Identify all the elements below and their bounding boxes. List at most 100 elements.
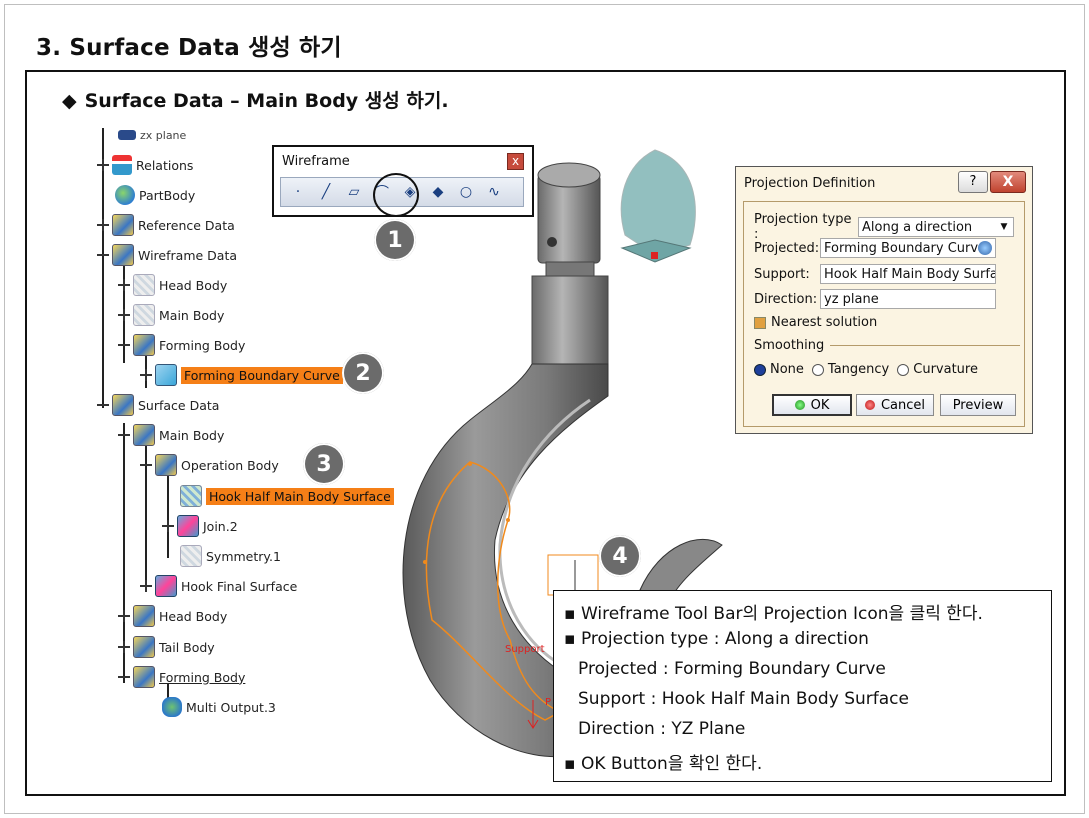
expand-icon[interactable] xyxy=(118,279,130,291)
tree-label: Forming Boundary Curve xyxy=(181,366,343,384)
tree-label: Hook Final Surface xyxy=(181,578,298,594)
tree-item-head-body[interactable]: Head Body xyxy=(118,274,227,296)
geometrical-set-icon xyxy=(133,424,155,446)
direction-plane xyxy=(547,554,599,596)
radio-tangency[interactable] xyxy=(811,363,824,376)
tree-item-multi-output-3[interactable]: Multi Output.3 xyxy=(162,696,276,718)
close-icon[interactable]: x xyxy=(507,153,524,170)
line-icon[interactable]: ╱ xyxy=(315,181,337,203)
dialog-title: Projection Definition xyxy=(744,176,876,191)
direction-field[interactable]: yz plane xyxy=(820,289,996,309)
ok-button[interactable]: OK xyxy=(772,394,852,416)
tree-item-partbody[interactable]: PartBody xyxy=(115,184,195,206)
collapse-icon[interactable] xyxy=(97,399,109,411)
collapse-icon[interactable] xyxy=(118,429,130,441)
expand-icon[interactable] xyxy=(162,520,174,532)
tree-label: Reference Data xyxy=(138,217,235,233)
tree-item-main-body[interactable]: Main Body xyxy=(118,304,224,326)
direction-value: yz plane xyxy=(824,291,879,307)
projected-value: Forming Boundary Curve xyxy=(824,240,987,256)
tree-item-hook-final-surface[interactable]: Hook Final Surface xyxy=(140,575,297,597)
projected-field[interactable]: Forming Boundary Curve xyxy=(820,238,996,258)
step-badge-4: 4 xyxy=(599,535,641,577)
geometrical-set-icon xyxy=(133,334,155,356)
parallel-curve-icon[interactable]: ◆ xyxy=(427,181,449,203)
support-label: Support xyxy=(505,644,545,655)
support-row: Support: Hook Half Main Body Surfa xyxy=(754,264,996,284)
tree-item-forming-body[interactable]: Forming Body xyxy=(118,666,245,688)
expand-icon[interactable] xyxy=(97,219,109,231)
expand-icon[interactable] xyxy=(118,641,130,653)
preview-button[interactable]: Preview xyxy=(940,394,1016,416)
diamond-bullet-icon: ◆ xyxy=(62,90,77,112)
geometrical-set-icon xyxy=(112,394,134,416)
tree-item-relations[interactable]: Relations xyxy=(97,154,193,176)
compass-triad-icon[interactable] xyxy=(620,149,696,256)
expand-icon[interactable] xyxy=(118,610,130,622)
tree-item-forming-body[interactable]: Forming Body xyxy=(118,334,245,356)
expand-icon[interactable] xyxy=(118,309,130,321)
tree-label: Wireframe Data xyxy=(138,247,237,263)
tree-item-wireframe-data[interactable]: Wireframe Data xyxy=(97,244,237,266)
hook-pin-hole xyxy=(547,237,557,247)
smoothing-option-none: None xyxy=(770,362,804,377)
tree-item-tail-body[interactable]: Tail Body xyxy=(118,636,215,658)
tree-label: Hook Half Main Body Surface xyxy=(206,487,394,505)
point-icon[interactable]: · xyxy=(287,181,309,203)
plane-icon xyxy=(118,130,136,140)
toolbar-title: Wireframe xyxy=(282,154,350,169)
cancel-icon xyxy=(864,400,875,410)
tree-label: Symmetry.1 xyxy=(206,548,281,564)
smoothing-group: Smoothing xyxy=(754,338,1021,353)
tree-item-forming-boundary-curve[interactable]: Forming Boundary Curve xyxy=(140,364,343,386)
close-button[interactable]: X xyxy=(990,171,1026,193)
tree-item-join-2[interactable]: Join.2 xyxy=(162,515,238,537)
collapse-icon[interactable] xyxy=(140,459,152,471)
tree-item-head-body[interactable]: Head Body xyxy=(118,605,227,627)
tree-item-main-body[interactable]: Main Body xyxy=(118,424,224,446)
geometry-pick-icon[interactable] xyxy=(978,241,992,255)
cancel-button[interactable]: Cancel xyxy=(856,394,934,416)
step-badge-3: 3 xyxy=(303,443,345,485)
radio-none[interactable] xyxy=(754,363,766,376)
square-bullet-icon: ▪ xyxy=(564,629,576,649)
direction-label: Direction: xyxy=(754,291,818,307)
hook-shaft-neck xyxy=(545,261,595,277)
tree-item-zx-plane[interactable]: zx plane xyxy=(118,124,186,146)
geometrical-set-hidden-icon xyxy=(133,274,155,296)
tree-label: Surface Data xyxy=(138,397,220,413)
instruction-line: ▪ Projection type : Along a direction xyxy=(564,629,869,649)
tree-item-hook-half-main-body-surface[interactable]: Hook Half Main Body Surface xyxy=(180,485,394,507)
instruction-line: Support : Hook Half Main Body Surface xyxy=(578,689,909,709)
subheading: ◆ Surface Data – Main Body 생성 하기. xyxy=(62,86,449,113)
circle-icon[interactable]: ○ xyxy=(455,181,477,203)
geometrical-set-hidden-icon xyxy=(133,304,155,326)
tree-item-reference-data[interactable]: Reference Data xyxy=(97,214,235,236)
tree-label: Tail Body xyxy=(159,639,215,655)
expand-icon[interactable] xyxy=(140,580,152,592)
nearest-solution-checkbox[interactable] xyxy=(754,316,766,329)
tree-label: Relations xyxy=(136,157,194,173)
support-label: Support: xyxy=(754,266,810,282)
projection-type-select[interactable]: Along a direction ▼ xyxy=(858,217,1014,237)
instruction-text: Wireframe Tool Bar의 Projection Icon을 클릭 … xyxy=(580,604,983,624)
expand-icon[interactable] xyxy=(140,369,152,381)
square-bullet-icon: ▪ xyxy=(564,754,576,774)
collapse-icon[interactable] xyxy=(118,671,130,683)
radio-curvature[interactable] xyxy=(897,363,910,376)
plane-icon[interactable]: ▱ xyxy=(343,181,365,203)
support-field[interactable]: Hook Half Main Body Surfa xyxy=(820,264,996,284)
help-button[interactable]: ? xyxy=(958,171,988,193)
tree-item-surface-data[interactable]: Surface Data xyxy=(97,394,219,416)
tree-item-operation-body[interactable]: Operation Body xyxy=(140,454,279,476)
projected-row: Projected: Forming Boundary Curve xyxy=(754,238,996,258)
geometrical-set-icon xyxy=(155,454,177,476)
instruction-line: ▪ OK Button을 확인 한다. xyxy=(564,749,762,774)
spline-icon[interactable]: ∿ xyxy=(483,181,505,203)
geometrical-set-icon xyxy=(112,214,134,236)
collapse-icon[interactable] xyxy=(97,249,109,261)
tree-item-symmetry-1[interactable]: Symmetry.1 xyxy=(180,545,281,567)
projection-type-value: Along a direction xyxy=(862,219,973,235)
expand-icon[interactable] xyxy=(97,159,109,171)
collapse-icon[interactable] xyxy=(118,339,130,351)
